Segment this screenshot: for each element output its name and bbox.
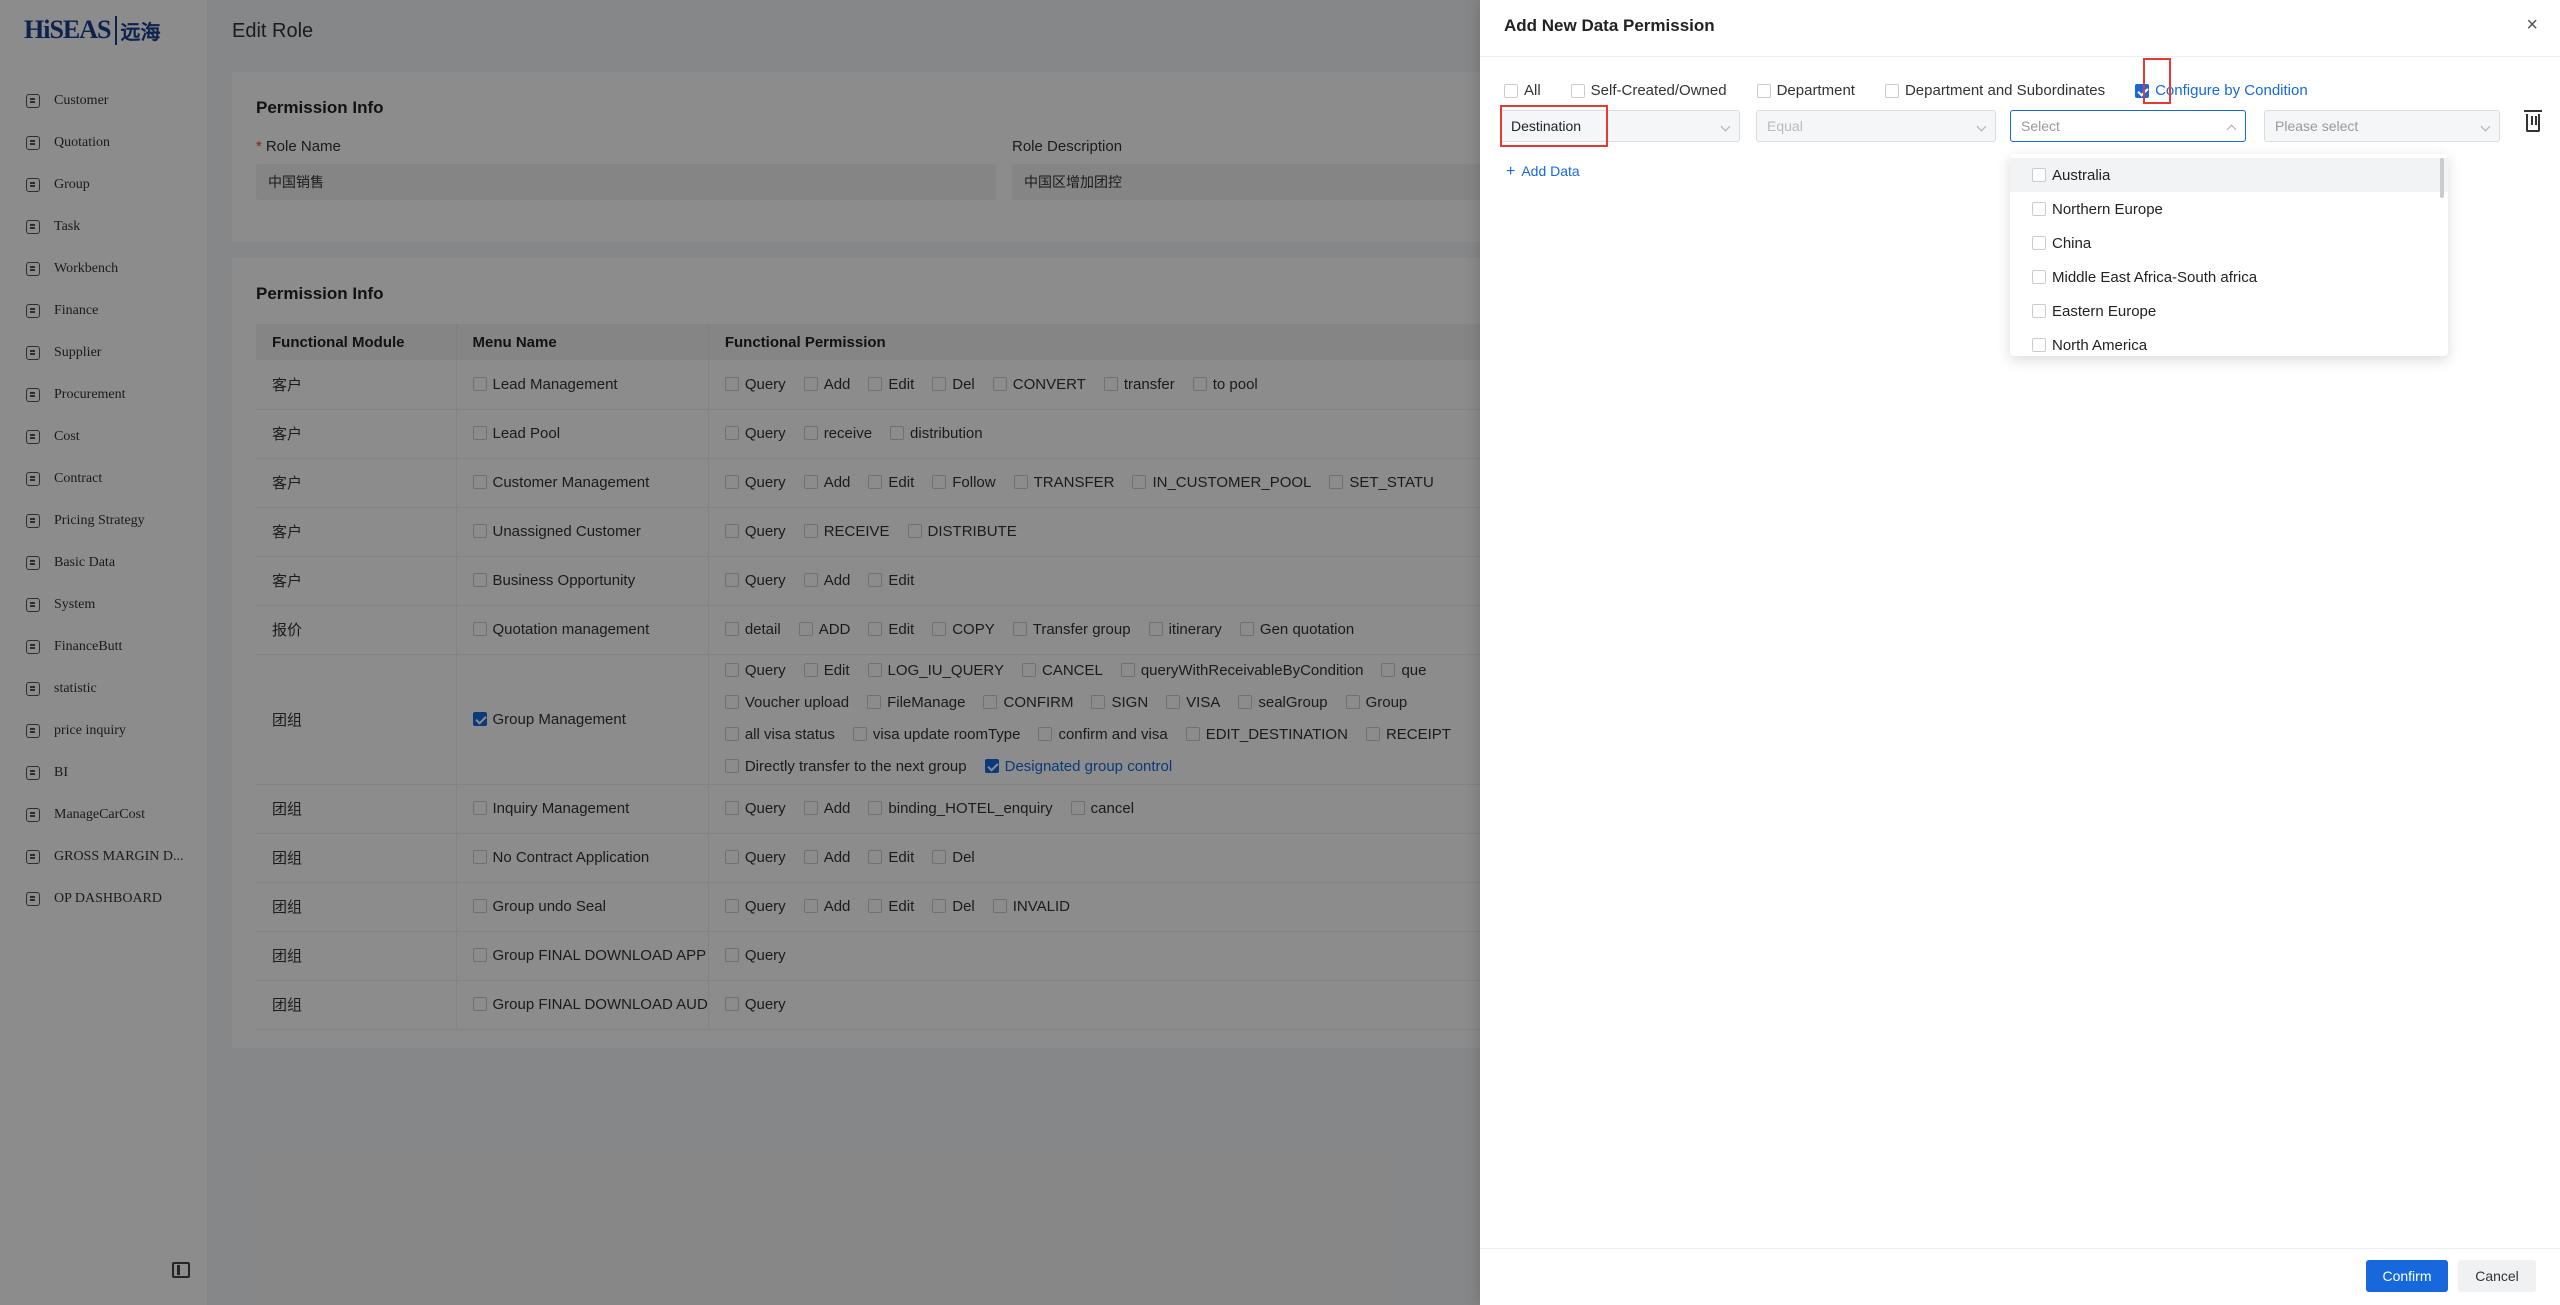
checkbox[interactable]	[2032, 168, 2046, 182]
scrollbar[interactable]	[2440, 158, 2444, 198]
highlight-box	[2143, 58, 2171, 104]
scope-department[interactable]: Department	[1756, 82, 1855, 99]
dropdown-option[interactable]: China	[2010, 226, 2448, 260]
checkbox[interactable]	[1570, 83, 1585, 98]
confirm-button[interactable]: Confirm	[2366, 1260, 2448, 1292]
chevron-down-icon	[1976, 121, 1987, 132]
checkbox[interactable]	[2032, 338, 2046, 352]
chevron-up-icon	[2226, 124, 2237, 135]
dropdown-option[interactable]: Middle East Africa-South africa	[2010, 260, 2448, 294]
dropdown-option[interactable]: Eastern Europe	[2010, 294, 2448, 328]
modal-mask[interactable]	[0, 0, 1480, 1305]
condition-operator-select[interactable]: Equal	[1756, 110, 1996, 142]
condition-value-select[interactable]: Select	[2010, 110, 2246, 142]
plus-icon: +	[1506, 163, 1516, 180]
scope-options: All Self-Created/Owned Department Depart…	[1504, 82, 2338, 99]
checkbox[interactable]	[2032, 202, 2046, 216]
scope-self[interactable]: Self-Created/Owned	[1570, 82, 1727, 99]
value-dropdown: Australia Northern Europe China Middle East…	[2010, 154, 2448, 356]
add-data-button[interactable]: + Add Data	[1506, 163, 1580, 181]
chevron-down-icon	[2480, 121, 2491, 132]
checkbox[interactable]	[2032, 304, 2046, 318]
checkbox[interactable]	[1504, 83, 1518, 98]
checkbox[interactable]	[1884, 83, 1899, 98]
checkbox[interactable]	[1756, 83, 1771, 98]
data-permission-drawer: Add New Data Permission × All Self-Creat…	[1480, 0, 2560, 1305]
checkbox[interactable]	[2032, 236, 2046, 250]
scope-department-subordinates[interactable]: Department and Subordinates	[1884, 82, 2105, 99]
drawer-title: Add New Data Permission	[1504, 16, 1715, 35]
chevron-down-icon	[1720, 121, 1731, 132]
highlight-box	[1500, 105, 1608, 147]
dropdown-option[interactable]: Northern Europe	[2010, 192, 2448, 226]
dropdown-option[interactable]: North America	[2010, 328, 2448, 356]
dropdown-option[interactable]: Australia	[2010, 158, 2448, 192]
divider	[1480, 56, 2560, 57]
close-icon[interactable]: ×	[2526, 14, 2538, 37]
condition-value2-select[interactable]: Please select	[2264, 110, 2500, 142]
checkbox[interactable]	[2032, 270, 2046, 284]
trash-icon[interactable]	[2524, 110, 2542, 132]
cancel-button[interactable]: Cancel	[2458, 1260, 2536, 1292]
scope-all[interactable]: All	[1504, 82, 1541, 99]
divider	[1480, 1248, 2560, 1249]
